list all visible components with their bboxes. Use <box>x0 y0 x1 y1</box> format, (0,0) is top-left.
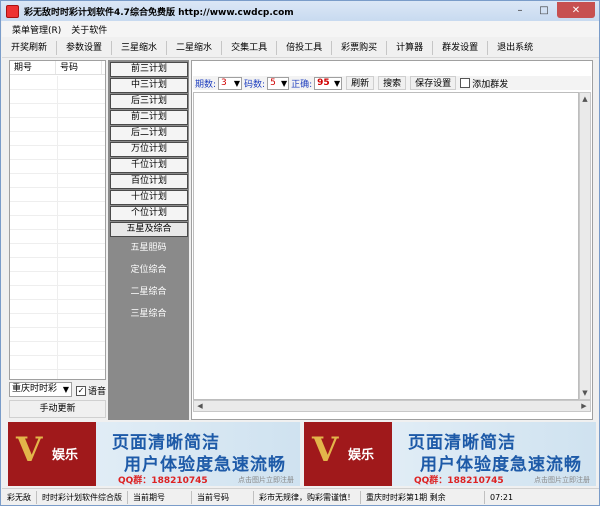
scroll-down-icon[interactable]: ▼ <box>580 387 590 399</box>
plan-controls: 期数: 3 ▼ 码数: 5 ▼ 正确: 95 ▼ 刷新 搜索 保存设置 添加群发 <box>193 76 591 90</box>
toolbar-intersection-tool[interactable]: 交集工具 <box>222 40 278 55</box>
plan-units[interactable]: 个位计划 <box>110 206 188 221</box>
menu-about[interactable]: 关于软件 <box>71 23 107 36</box>
vertical-scrollbar[interactable]: ▲ ▼ <box>579 92 591 400</box>
plan-five-star-combined[interactable]: 五星及综合 <box>110 222 188 237</box>
toolbar-calculator[interactable]: 计算器 <box>387 40 434 55</box>
correct-label: 正确: <box>291 79 313 90</box>
toolbar: 开奖刷新 参数设置 三星缩水 二星缩水 交集工具 倍投工具 彩票购买 计算器 群… <box>2 38 599 58</box>
plan-ten-thousands[interactable]: 万位计划 <box>110 142 188 157</box>
save-settings-button[interactable]: 保存设置 <box>410 76 457 90</box>
lottery-type-select[interactable]: 重庆时时彩 ▼ <box>9 382 72 397</box>
voice-toggle[interactable]: ✓ 语音 <box>76 384 106 397</box>
chevron-down-icon: ▼ <box>233 78 241 88</box>
status-app-name: 彩无敌 <box>2 490 37 504</box>
chevron-down-icon: ▼ <box>62 385 69 394</box>
correct-select[interactable]: 95 ▼ <box>314 76 343 90</box>
plan-front-two[interactable]: 前二计划 <box>110 110 188 125</box>
period-value: 3 <box>221 77 227 88</box>
ad-hint: 点击图片立即注册 <box>534 476 590 484</box>
ad-logo: V 娱乐 <box>8 422 96 486</box>
code-count-label: 码数: <box>244 79 266 90</box>
toolbar-multiplier-tool[interactable]: 倍投工具 <box>277 40 333 55</box>
add-group-send-checkbox[interactable] <box>460 78 471 88</box>
plan-back-two[interactable]: 后二计划 <box>110 126 188 141</box>
menu-manage[interactable]: 菜单管理(R) <box>12 23 61 36</box>
lottery-type-value: 重庆时时彩 <box>12 384 58 394</box>
ad-logo-mark: V <box>16 430 43 470</box>
plan-sub-five-star-core[interactable]: 五星胆码 <box>108 240 189 253</box>
toolbar-group-send[interactable]: 群发设置 <box>433 40 489 55</box>
refresh-button[interactable]: 刷新 <box>346 76 375 90</box>
plan-sub-three-star-combined[interactable]: 三星综合 <box>108 306 189 319</box>
status-current-period: 当前期号 <box>128 490 192 504</box>
correct-value: 95 <box>317 77 330 88</box>
toolbar-three-star-shrink[interactable]: 三星缩水 <box>112 40 168 55</box>
ad-subline: 用户体验度急速流畅 <box>420 455 582 475</box>
ad-banner-right[interactable]: V 娱乐 页面清晰简洁 用户体验度急速流畅 QQ群：188210745 点击图片… <box>304 422 596 486</box>
column-number[interactable]: 号码 <box>56 61 102 74</box>
code-count-select[interactable]: 5 ▼ <box>267 76 290 90</box>
toolbar-refresh-draw[interactable]: 开奖刷新 <box>2 40 58 55</box>
toolbar-exit[interactable]: 退出系统 <box>488 41 542 55</box>
search-button[interactable]: 搜索 <box>378 76 407 90</box>
minimize-icon[interactable]: – <box>509 2 531 18</box>
voice-checkbox[interactable]: ✓ <box>76 385 86 396</box>
chevron-down-icon: ▼ <box>280 78 288 88</box>
plan-back-three[interactable]: 后三计划 <box>110 94 188 109</box>
period-select[interactable]: 3 ▼ <box>218 76 243 90</box>
close-icon[interactable]: ✕ <box>557 2 595 18</box>
window-title: 彩无敌时时彩计划软件4.7综合免费版 http://www.cwdcp.com <box>24 7 294 18</box>
title-bar: 彩无敌时时彩计划软件4.7综合免费版 http://www.cwdcp.com … <box>1 1 599 21</box>
status-bar: 彩无敌 时时彩计划软件综合版 当前期号 当前号码 彩市无规律，购彩需谨慎！ 重庆… <box>2 488 599 505</box>
draw-history-list[interactable]: 期号 号码 <box>9 60 106 380</box>
ad-logo-mark: V <box>312 430 339 470</box>
plan-results-box[interactable] <box>193 92 579 400</box>
status-app-desc: 时时彩计划软件综合版 <box>37 490 128 504</box>
scroll-up-icon[interactable]: ▲ <box>580 93 590 105</box>
status-current-number: 当前号码 <box>192 490 254 504</box>
plan-panel: 前三计划 中三计划 后三计划 前二计划 后二计划 万位计划 千位计划 百位计划 … <box>108 60 189 420</box>
period-label: 期数: <box>195 79 217 90</box>
window-controls: – □ ✕ <box>507 2 595 18</box>
ad-qq-group: QQ群：188210745 <box>414 476 504 486</box>
list-header: 期号 号码 <box>10 61 105 75</box>
ad-logo-text: 娱乐 <box>348 448 375 463</box>
add-group-send-toggle[interactable]: 添加群发 <box>460 77 508 90</box>
plan-front-three[interactable]: 前三计划 <box>110 62 188 77</box>
plan-hundreds[interactable]: 百位计划 <box>110 174 188 189</box>
app-icon <box>6 4 19 18</box>
status-warning: 彩市无规律，购彩需谨慎！ <box>254 490 361 504</box>
plan-sub-two-star-combined[interactable]: 二星综合 <box>108 284 189 297</box>
maximize-icon[interactable]: □ <box>533 2 555 18</box>
scroll-left-icon[interactable]: ◀ <box>194 401 206 411</box>
plan-tens[interactable]: 十位计划 <box>110 190 188 205</box>
ad-hint: 点击图片立即注册 <box>238 476 294 484</box>
ad-logo: V 娱乐 <box>304 422 392 486</box>
chevron-down-icon: ▼ <box>333 78 341 88</box>
main-window: 彩无敌时时彩计划软件4.7综合免费版 http://www.cwdcp.com … <box>0 0 600 506</box>
toolbar-settings[interactable]: 参数设置 <box>57 40 113 55</box>
horizontal-scrollbar[interactable]: ◀ ▶ <box>193 400 591 412</box>
ad-qq-group: QQ群：188210745 <box>118 476 208 486</box>
menu-bar: 菜单管理(R) 关于软件 <box>2 21 599 37</box>
manual-update-button[interactable]: 手动更新 <box>9 400 106 418</box>
status-remaining: 重庆时时彩第1期 剩余 <box>361 490 485 504</box>
toolbar-buy-lottery[interactable]: 彩票购买 <box>332 40 388 55</box>
status-time: 07:21 <box>490 492 514 502</box>
plan-sub-position-combined[interactable]: 定位综合 <box>108 262 189 275</box>
code-count-value: 5 <box>270 77 276 88</box>
list-grid <box>10 76 105 379</box>
plan-thousands[interactable]: 千位计划 <box>110 158 188 173</box>
toolbar-two-star-shrink[interactable]: 二星缩水 <box>167 40 223 55</box>
add-group-send-label: 添加群发 <box>472 79 509 90</box>
ad-logo-text: 娱乐 <box>52 448 79 463</box>
ad-subline: 用户体验度急速流畅 <box>124 455 286 475</box>
column-period[interactable]: 期号 <box>10 61 56 74</box>
voice-label: 语音 <box>88 387 107 397</box>
ad-banner-left[interactable]: V 娱乐 页面清晰简洁 用户体验度急速流畅 QQ群：188210745 点击图片… <box>8 422 300 486</box>
scroll-right-icon[interactable]: ▶ <box>578 401 590 411</box>
plan-middle-three[interactable]: 中三计划 <box>110 78 188 93</box>
